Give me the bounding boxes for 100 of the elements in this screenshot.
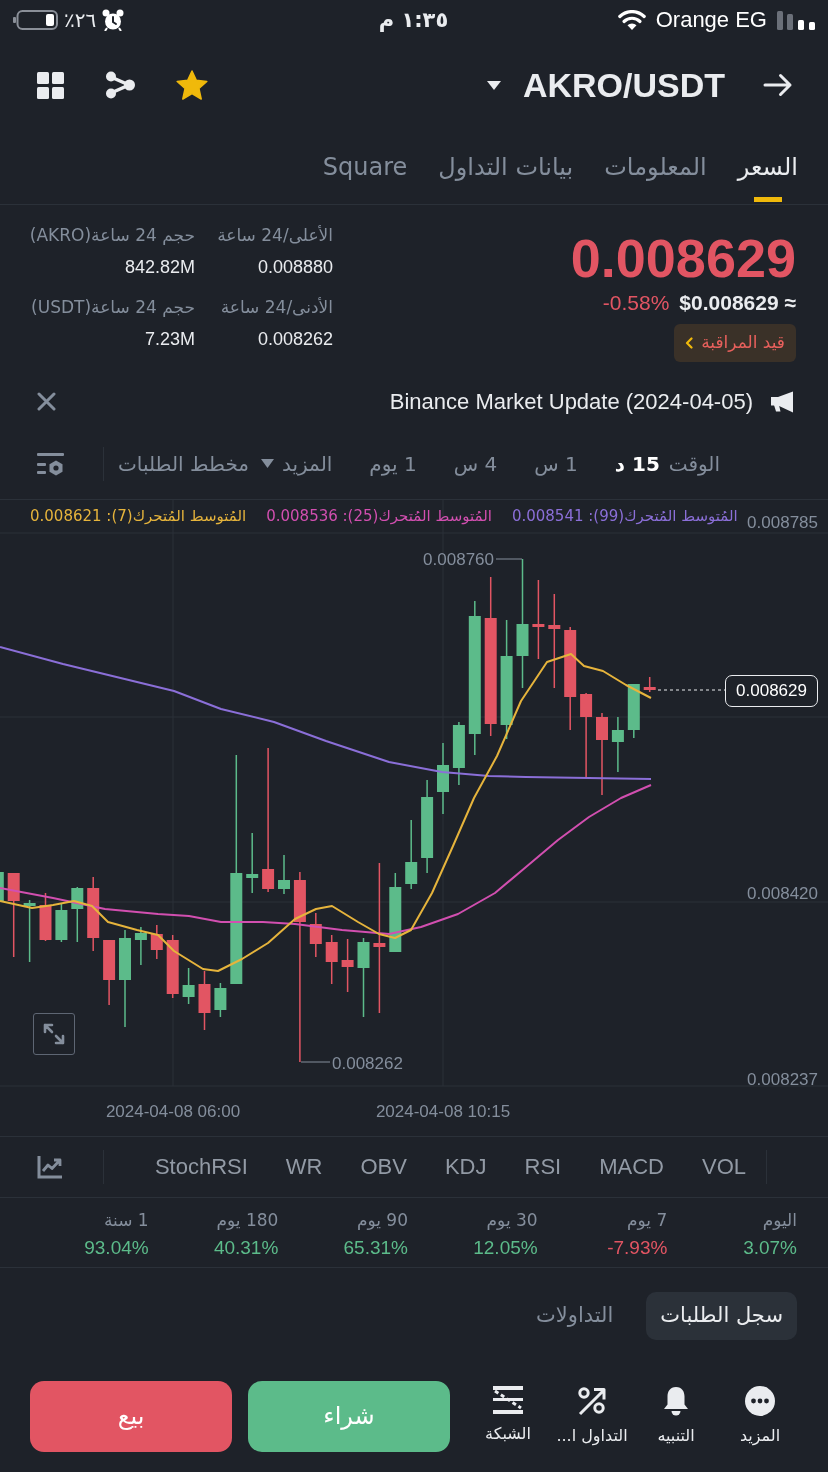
- return-value: 3.07%: [743, 1236, 797, 1260]
- toolbar-button[interactable]: التداول ا...: [554, 1385, 630, 1447]
- battery-icon: [12, 10, 58, 30]
- megaphone-icon: [770, 390, 794, 413]
- sell-button[interactable]: بيع: [30, 1380, 232, 1452]
- interval-tab[interactable]: 15 د: [614, 450, 660, 477]
- candlestick: [627, 684, 640, 738]
- price-axis-label: 0.008237: [747, 1070, 818, 1089]
- interval-tab[interactable]: 4 س: [453, 450, 498, 477]
- candlestick: [325, 935, 338, 984]
- return-value: 12.05%: [473, 1236, 538, 1260]
- stat-value: 0.008262: [256, 328, 333, 351]
- battery-percentage: ٢٦٪: [64, 8, 97, 32]
- indicator-tab[interactable]: OBV: [360, 1153, 407, 1181]
- last-price-line: [657, 689, 726, 691]
- indicator-tab[interactable]: StochRSI: [154, 1153, 248, 1181]
- period-label: 1 سنة: [103, 1209, 149, 1231]
- clock-time: ١:٣٥ م: [378, 8, 449, 32]
- indicator-tab[interactable]: VOL: [701, 1153, 746, 1181]
- last-price-tag: 0.008629: [725, 675, 818, 707]
- grid-trading-icon: [493, 1385, 523, 1414]
- toolbar-button[interactable]: التنبيه: [638, 1385, 714, 1447]
- tab[interactable]: Square: [322, 152, 408, 204]
- stat-label: حجم 24 ساعة(USDT): [30, 296, 195, 318]
- candlestick: [182, 968, 195, 1004]
- indicator-tab[interactable]: RSI: [524, 1153, 562, 1181]
- candlestick: [103, 940, 116, 1005]
- candlestick: [166, 935, 179, 998]
- candlestick: [71, 887, 84, 942]
- dropdown-triangle-icon: [261, 459, 274, 468]
- candlestick: [309, 913, 322, 957]
- usd-price: ≈ $0.008629: [679, 290, 796, 316]
- time-axis-label: 2024-04-08 06:00: [105, 1102, 241, 1121]
- candlestick: [452, 722, 465, 785]
- period-label: 30 يوم: [486, 1209, 538, 1231]
- last-price: 0.008629: [570, 228, 796, 288]
- interval-tab[interactable]: 1 يوم: [369, 450, 417, 477]
- candlestick: [39, 893, 52, 941]
- low-price-label: 0.008262: [332, 1054, 403, 1073]
- toolbar-button[interactable]: الشبكة: [470, 1385, 546, 1445]
- time-axis-label: 2024-04-08 10:15: [375, 1102, 511, 1121]
- indicator-tab[interactable]: WR: [285, 1153, 323, 1181]
- indicator-tab[interactable]: MACD: [599, 1153, 664, 1181]
- tab[interactable]: بيانات التداول: [438, 152, 574, 204]
- chevron-icon: [685, 337, 694, 349]
- interval-label: الوقت: [668, 450, 720, 477]
- candlestick: [23, 900, 36, 962]
- stat-label: حجم 24 ساعة(AKRO): [30, 224, 195, 246]
- close-icon[interactable]: [37, 392, 56, 411]
- order-tab[interactable]: سجل الطلبات: [646, 1292, 797, 1340]
- signal-bars-icon: [777, 10, 815, 30]
- tab[interactable]: المعلومات: [604, 152, 707, 204]
- candlestick: [55, 903, 68, 942]
- candlestick: [341, 939, 354, 992]
- interval-tab[interactable]: 1 س: [534, 450, 578, 477]
- candlestick: [214, 983, 227, 1017]
- candlestick: [198, 971, 211, 1030]
- return-value: 93.04%: [84, 1236, 149, 1260]
- return-value: -7.93%: [607, 1236, 668, 1260]
- period-label: 180 يوم: [216, 1209, 279, 1231]
- right-arrow-icon[interactable]: [763, 73, 793, 97]
- period-label: 7 يوم: [627, 1209, 668, 1231]
- expand-icon: [43, 1023, 65, 1045]
- line-chart-icon[interactable]: [37, 1155, 63, 1179]
- order-tab[interactable]: التداولات: [522, 1292, 628, 1340]
- stat-value: 842.82M: [123, 256, 195, 279]
- dropdown-triangle-icon[interactable]: [486, 80, 501, 90]
- percent-arrow-icon: [577, 1385, 607, 1416]
- candlestick: [643, 677, 656, 692]
- star-icon[interactable]: [176, 70, 208, 100]
- period-label: اليوم: [762, 1209, 797, 1231]
- depth-chart-tab[interactable]: مخطط الطلبات: [118, 450, 249, 477]
- chart-settings-icon[interactable]: [37, 451, 64, 476]
- expand-button[interactable]: [33, 1013, 75, 1055]
- share-icon[interactable]: [105, 71, 135, 99]
- monitoring-tag[interactable]: قيد المراقبة: [674, 324, 796, 362]
- moving-average-legend: المُتوسط المُتحرك(99): 0.008541: [511, 506, 738, 526]
- toolbar-button[interactable]: المزيد: [722, 1385, 798, 1447]
- stat-label: الأعلى/24 ساعة: [216, 224, 333, 246]
- leader-line: [300, 1061, 331, 1063]
- stat-value: 7.23M: [143, 328, 195, 351]
- more-icon: [745, 1385, 775, 1416]
- candlestick: [150, 925, 163, 959]
- price-axis-label: 0.008785: [747, 513, 818, 532]
- tab[interactable]: السعر: [737, 152, 798, 204]
- wifi-icon: [617, 10, 646, 30]
- candlestick: [134, 927, 147, 965]
- grid-icon[interactable]: [37, 71, 64, 99]
- bell-icon: [663, 1385, 689, 1416]
- alarm-clock-icon: [102, 9, 125, 31]
- pair-title[interactable]: AKRO/USDT: [522, 65, 725, 105]
- moving-average-legend: المُتوسط المُتحرك(25): 0.008536: [266, 506, 492, 526]
- return-value: 65.31%: [343, 1236, 408, 1260]
- high-price-label: 0.008760: [423, 550, 494, 569]
- moving-average-legend: المُتوسط المُتحرك(7): 0.008621: [30, 506, 247, 526]
- indicator-tab[interactable]: KDJ: [444, 1153, 487, 1181]
- price-change: -0.58%: [602, 290, 670, 316]
- announcement-link[interactable]: Binance Market Update (2024-04-05): [389, 387, 753, 416]
- leader-line: [495, 558, 523, 560]
- more-dropdown[interactable]: المزيد: [261, 450, 333, 477]
